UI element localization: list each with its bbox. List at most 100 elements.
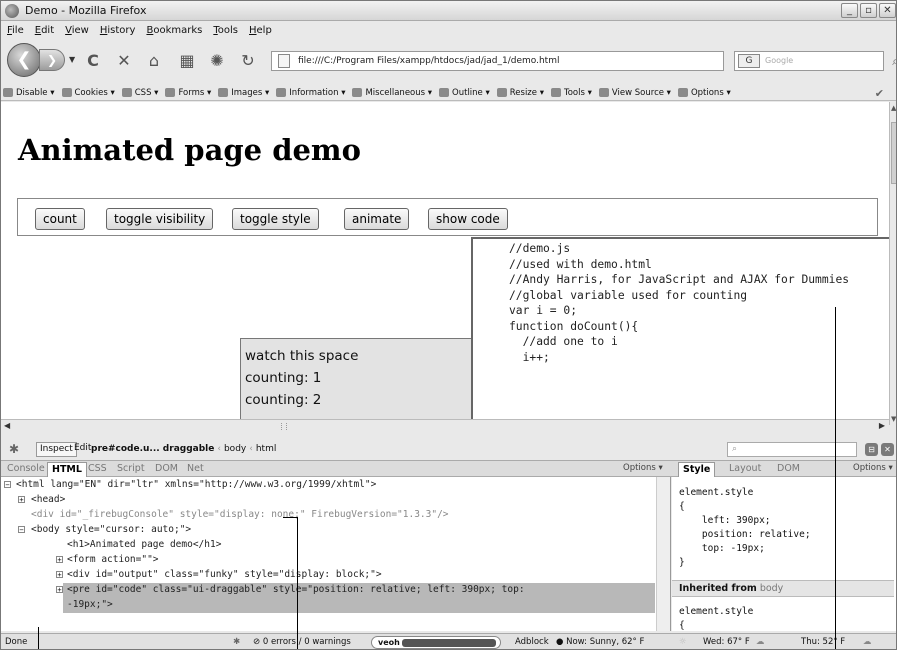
- stop-icon[interactable]: ✕: [114, 51, 134, 71]
- history-dropdown-icon[interactable]: ▼: [69, 55, 75, 64]
- adblock-label[interactable]: Adblock: [515, 637, 549, 647]
- scroll-down-icon[interactable]: ▼: [891, 415, 896, 423]
- minimize-button[interactable]: _: [841, 3, 858, 18]
- search-icon[interactable]: ⌕: [892, 52, 896, 70]
- scroll-grip[interactable]: [281, 423, 287, 430]
- images-icon: [218, 88, 229, 97]
- toggle-visibility-button[interactable]: toggle visibility: [106, 208, 214, 230]
- animate-button[interactable]: animate: [344, 208, 410, 230]
- tab-html[interactable]: HTML: [47, 462, 87, 477]
- address-bar[interactable]: file:///C:/Program Files/xampp/htdocs/ja…: [271, 51, 724, 71]
- html-node-selected[interactable]: <pre id="code" class="ui-draggable" styl…: [67, 583, 525, 598]
- tab-console[interactable]: Console: [3, 462, 49, 477]
- devbar-disable[interactable]: Disable ▾: [3, 88, 55, 98]
- devbar-information[interactable]: Information ▾: [276, 88, 345, 98]
- tab-css[interactable]: CSS: [84, 462, 111, 477]
- vertical-scrollbar[interactable]: ▲ ▼: [889, 102, 896, 425]
- expand-icon[interactable]: +: [56, 586, 63, 594]
- devbar-outline[interactable]: Outline ▾: [439, 88, 490, 98]
- menu-history[interactable]: History: [100, 25, 136, 36]
- firebug-close-icon[interactable]: ✕: [881, 443, 894, 456]
- output-line: counting: 2: [245, 392, 322, 408]
- back-button[interactable]: ❮: [7, 43, 41, 77]
- devbar-miscellaneous[interactable]: Miscellaneous ▾: [352, 88, 432, 98]
- code-block[interactable]: //demo.js //used with demo.html //Andy Har…: [471, 237, 889, 425]
- html-node[interactable]: <div id="_firebugConsole" style="display…: [31, 508, 449, 523]
- search-engine-icon[interactable]: G: [738, 54, 760, 68]
- devbar-options[interactable]: Options ▾: [677, 88, 731, 98]
- checkmark-icon: ✔: [874, 87, 884, 100]
- inherited-style-rule[interactable]: element.style{: [679, 605, 753, 631]
- menu-file[interactable]: File: [7, 25, 24, 36]
- horizontal-scrollbar[interactable]: ◀ ▶: [1, 419, 889, 433]
- side-tab-style[interactable]: Style: [678, 462, 716, 477]
- collapse-icon[interactable]: −: [18, 526, 25, 534]
- devbar-tools[interactable]: Tools ▾: [550, 88, 592, 98]
- menu-help[interactable]: Help: [249, 25, 272, 36]
- forward-button[interactable]: ❯: [39, 49, 65, 71]
- devbar-view-source[interactable]: View Source ▾: [598, 88, 671, 98]
- error-count[interactable]: ⊘ 0 errors / 0 warnings: [253, 637, 351, 647]
- html-node-selected[interactable]: -19px;">: [67, 598, 113, 613]
- html-node[interactable]: <head>: [31, 493, 65, 508]
- menu-edit[interactable]: Edit: [35, 25, 54, 36]
- weather-thu: Thu: 52° F: [801, 637, 846, 647]
- options-dropdown[interactable]: Options ▾: [623, 463, 663, 473]
- show-code-button[interactable]: show code: [428, 208, 508, 230]
- firebug-search-input[interactable]: ⌕: [727, 442, 857, 457]
- menu-tools[interactable]: Tools: [213, 25, 238, 36]
- html-node[interactable]: <div id="output" class="funky" style="di…: [67, 568, 382, 583]
- style-rule[interactable]: element.style{ left: 390px; position: re…: [679, 486, 811, 570]
- firebug-bug-icon[interactable]: ✱: [9, 443, 23, 455]
- reload-icon[interactable]: C: [83, 51, 103, 71]
- scroll-thumb[interactable]: [891, 122, 896, 184]
- devbar-css[interactable]: CSS ▾: [121, 88, 158, 98]
- side-options-dropdown[interactable]: Options ▾: [853, 463, 893, 473]
- devbar-images[interactable]: Images ▾: [218, 88, 269, 98]
- search-box[interactable]: G Google ⌕: [734, 51, 896, 71]
- scroll-left-icon[interactable]: ◀: [4, 421, 10, 430]
- tab-script[interactable]: Script: [113, 462, 149, 477]
- tab-dom[interactable]: DOM: [151, 462, 182, 477]
- scroll-up-icon[interactable]: ▲: [891, 104, 896, 112]
- breadcrumb-body[interactable]: body: [224, 444, 246, 454]
- side-tab-dom[interactable]: DOM: [773, 462, 804, 477]
- code-line: //Andy Harris, for JavaScript and AJAX f…: [509, 273, 850, 286]
- options-icon: [677, 88, 688, 97]
- code-line: //global variable used for counting: [509, 288, 748, 302]
- collapse-icon[interactable]: −: [4, 481, 11, 489]
- html-node[interactable]: <h1>Animated page demo</h1>: [67, 538, 221, 553]
- url-text: file:///C:/Program Files/xampp/htdocs/ja…: [298, 56, 560, 66]
- devbar-forms[interactable]: Forms ▾: [165, 88, 211, 98]
- expand-icon[interactable]: +: [18, 496, 25, 504]
- search-placeholder: Google: [765, 56, 794, 65]
- expand-icon[interactable]: +: [56, 571, 63, 579]
- maximize-button[interactable]: ▫: [860, 3, 877, 18]
- html-node[interactable]: <html lang="EN" dir="ltr" xmlns="http://…: [16, 478, 376, 493]
- side-tab-layout[interactable]: Layout: [725, 462, 765, 477]
- scroll-right-icon[interactable]: ▶: [879, 421, 885, 430]
- firebug-status-icon[interactable]: ✱: [233, 637, 240, 647]
- count-button[interactable]: count: [35, 208, 85, 230]
- tab-net[interactable]: Net: [183, 462, 208, 477]
- html-pane-scrollbar[interactable]: [656, 477, 670, 631]
- page-icon: [278, 54, 290, 68]
- html-node[interactable]: <body style="cursor: auto;">: [31, 523, 191, 538]
- toggle-style-button[interactable]: toggle style: [232, 208, 319, 230]
- home-icon[interactable]: ⌂: [144, 51, 164, 71]
- expand-icon[interactable]: +: [56, 556, 63, 564]
- devbar-cookies[interactable]: Cookies ▾: [61, 88, 115, 98]
- close-button[interactable]: ✕: [879, 3, 896, 18]
- tools-icon[interactable]: ▦: [177, 51, 197, 71]
- share-icon[interactable]: ↻: [238, 51, 258, 71]
- devbar-resize[interactable]: Resize ▾: [496, 88, 544, 98]
- firebug-minimize-icon[interactable]: ⊟: [865, 443, 878, 456]
- breadcrumb-current[interactable]: pre#code.u... draggable: [91, 444, 214, 454]
- veoh-widget[interactable]: veoh: [371, 636, 501, 649]
- menu-bookmarks[interactable]: Bookmarks: [146, 25, 202, 36]
- breadcrumb-html[interactable]: html: [256, 444, 277, 454]
- inherited-from-link[interactable]: body: [760, 583, 784, 594]
- html-node[interactable]: <form action="">: [67, 553, 159, 568]
- firebug-icon[interactable]: ✺: [207, 51, 227, 71]
- menu-view[interactable]: View: [65, 25, 89, 36]
